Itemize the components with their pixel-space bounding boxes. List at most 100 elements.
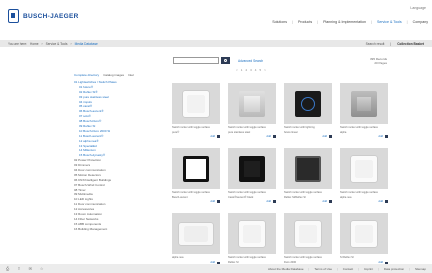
image-tile[interactable]: Switch rocker with toggle surface Busch-a… xyxy=(172,148,220,210)
nav-planning[interactable]: Planning & Implementation xyxy=(323,20,366,24)
breadcrumb-service-tools[interactable]: Service & Tools xyxy=(46,42,68,46)
add-to-basket-link[interactable]: Add xyxy=(266,200,271,203)
switch-image xyxy=(239,155,265,182)
tile-caption: alpha nea xyxy=(172,256,184,259)
breadcrumb-bar: You are here: Home › Service & Tools › M… xyxy=(0,40,432,47)
tile-actions: Add xyxy=(172,135,220,138)
footer-link-contact[interactable]: Contact xyxy=(343,267,353,271)
nav-separator: | xyxy=(371,20,372,24)
footer-separator: | xyxy=(358,266,359,271)
basket-icon[interactable] xyxy=(273,200,276,203)
tile-thumbnail[interactable] xyxy=(228,148,276,189)
tile-thumbnail[interactable] xyxy=(228,83,276,124)
language-link[interactable]: Language xyxy=(410,6,426,10)
add-to-basket-link[interactable]: Add xyxy=(210,135,215,138)
nav-solutions[interactable]: Solutions xyxy=(272,20,287,24)
share-icon[interactable]: ⇪ xyxy=(17,266,20,271)
basket-icon[interactable] xyxy=(385,200,388,203)
search-button[interactable] xyxy=(221,57,230,64)
tile-actions: Add xyxy=(228,135,276,138)
tile-actions: Add xyxy=(284,200,332,203)
footer-separator: | xyxy=(378,266,379,271)
basket-icon[interactable] xyxy=(273,135,276,138)
tile-thumbnail[interactable] xyxy=(340,148,388,189)
nav-separator: | xyxy=(292,20,293,24)
basket-icon[interactable] xyxy=(329,135,332,138)
bookmark-icon[interactable]: ☆ xyxy=(40,266,44,271)
tab-intel[interactable]: Intel xyxy=(128,73,134,77)
search-icon xyxy=(224,59,227,62)
nav-products[interactable]: Products xyxy=(298,20,312,24)
tile-thumbnail[interactable] xyxy=(340,83,388,124)
switch-image xyxy=(351,155,377,182)
tile-thumbnail[interactable] xyxy=(284,148,332,189)
footer-link-about[interactable]: About the Media Database xyxy=(268,267,304,271)
breadcrumb-media-database[interactable]: Media Database xyxy=(75,42,98,46)
tile-caption: Switch rocker with toggle surface xyxy=(340,191,378,194)
add-to-basket-link[interactable]: Add xyxy=(210,200,215,203)
tile-caption: Switch rocker with toggle surface xyxy=(284,191,322,194)
image-tile[interactable]: Switch rocker with toggle surface alpha n… xyxy=(340,148,388,210)
tile-thumbnail[interactable] xyxy=(284,83,332,124)
tile-actions: Add xyxy=(284,135,332,138)
tile-thumbnail[interactable] xyxy=(228,213,276,254)
add-to-basket-link[interactable]: Add xyxy=(266,135,271,138)
pager-next[interactable]: > xyxy=(264,68,266,72)
tile-thumbnail[interactable] xyxy=(172,83,220,124)
breadcrumb-home[interactable]: Home xyxy=(30,42,39,46)
tile-caption: Switch rocker with toggle surface xyxy=(228,126,266,129)
add-to-basket-link[interactable]: Add xyxy=(322,135,327,138)
site-footer: ⎙ ⇪ ✉ ☆ About the Media Database | Terms… xyxy=(0,264,432,273)
tile-thumbnail[interactable] xyxy=(172,148,220,189)
image-tile[interactable]: Switch rocker with lightring future linea… xyxy=(284,83,332,145)
tile-thumbnail[interactable] xyxy=(340,213,388,254)
pager-page[interactable]: 4 xyxy=(255,68,257,72)
pager-page[interactable]: 1 xyxy=(241,68,243,72)
switch-image xyxy=(179,222,213,245)
basket-icon[interactable] xyxy=(385,135,388,138)
pager-prev[interactable]: < xyxy=(236,68,238,72)
pager-page[interactable]: 3 xyxy=(250,68,252,72)
image-tile[interactable]: Switch rocker with toggle surface Carat®/… xyxy=(228,148,276,210)
breadcrumb-separator: › xyxy=(70,41,72,46)
breadcrumb-separator: › xyxy=(41,41,43,46)
footer-link-imprint[interactable]: Imprint xyxy=(364,267,373,271)
basket-icon[interactable] xyxy=(217,135,220,138)
category-list: 01 Lightswitches / Switch Plates 01 futu… xyxy=(74,80,160,232)
add-to-basket-link[interactable]: Add xyxy=(378,135,383,138)
tile-actions: Add xyxy=(340,135,388,138)
nav-company[interactable]: Company xyxy=(413,20,428,24)
pager-page[interactable]: 5 xyxy=(259,68,261,72)
basket-icon[interactable] xyxy=(217,200,220,203)
tile-caption: Switch rocker with toggle surface xyxy=(228,256,266,259)
footer-link-terms[interactable]: Terms of Use xyxy=(314,267,332,271)
category-item[interactable]: 16 Building Management xyxy=(74,227,160,232)
basket-icon[interactable] xyxy=(329,200,332,203)
collection-basket-link[interactable]: Collection Basket xyxy=(397,42,424,46)
tile-thumbnail[interactable] xyxy=(172,213,220,254)
print-icon[interactable]: ⎙ xyxy=(6,266,9,271)
tile-thumbnail[interactable] xyxy=(284,213,332,254)
mail-icon[interactable]: ✉ xyxy=(29,266,32,271)
search-input[interactable] xyxy=(173,57,219,64)
image-tile[interactable]: Switch rocker with toggle surface alpha Ad… xyxy=(340,83,388,145)
tab-complete-directory[interactable]: Complete directory xyxy=(74,73,99,77)
switch-image xyxy=(239,90,265,117)
pager-page[interactable]: 2 xyxy=(245,68,247,72)
image-tile[interactable]: Switch rocker with toggle surface Reflex … xyxy=(284,148,332,210)
image-tile[interactable]: Switch rocker with toggle surface pure st… xyxy=(228,83,276,145)
tile-actions: Add xyxy=(340,200,388,203)
tile-caption: Switch rocker with toggle surface xyxy=(172,191,210,194)
brand-logo[interactable]: BUSCH-JAEGER xyxy=(8,9,79,23)
sidebar-tabs: Complete directory Catalog images Intel xyxy=(74,73,160,77)
footer-link-sitemap[interactable]: Sitemap xyxy=(415,267,426,271)
nav-service-tools[interactable]: Service & Tools xyxy=(377,20,402,24)
tile-actions: Add xyxy=(172,200,220,203)
search-result-link[interactable]: Search result xyxy=(366,42,385,46)
footer-link-data-protection[interactable]: Data protection xyxy=(384,267,404,271)
tab-catalog-images[interactable]: Catalog images xyxy=(103,73,124,77)
add-to-basket-link[interactable]: Add xyxy=(322,200,327,203)
image-tile[interactable]: Switch rocker with toggle surface pure® Ad… xyxy=(172,83,220,145)
advanced-search-link[interactable]: Advanced Search xyxy=(238,59,263,63)
add-to-basket-link[interactable]: Add xyxy=(378,200,383,203)
